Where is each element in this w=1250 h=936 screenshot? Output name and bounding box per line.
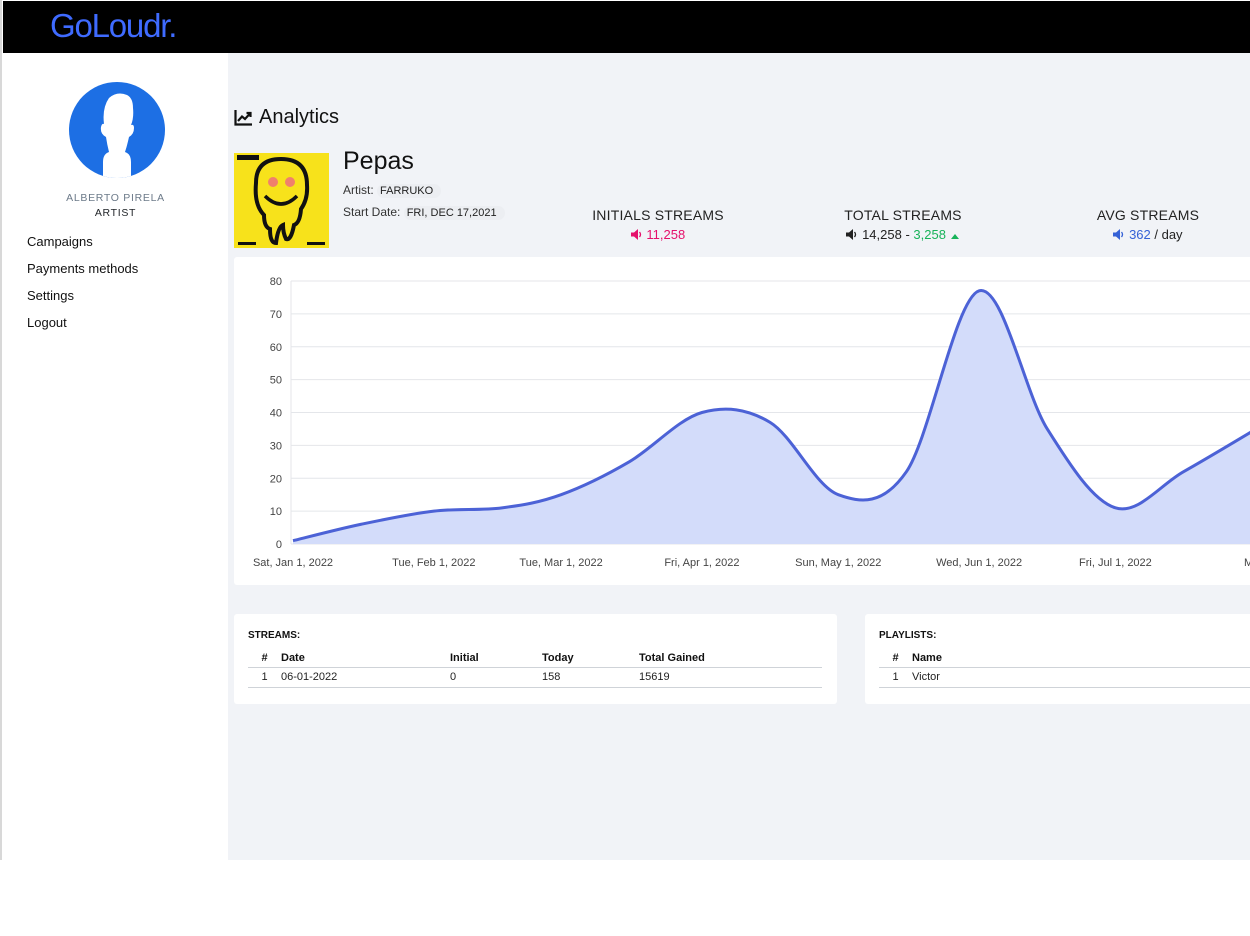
table-cell: 158: [542, 667, 639, 688]
top-navbar: GoLoudr.: [3, 1, 1250, 53]
stat-avg-streams: AVG STREAMS 362 / day: [1038, 207, 1250, 242]
table-cell: 15619: [639, 667, 822, 688]
speaker-icon: [630, 229, 641, 240]
sidebar-item-settings[interactable]: Settings: [27, 287, 138, 314]
initial-streams-value: 11,258: [646, 227, 686, 242]
table-row: 1 06-01-2022 0 158 15619: [248, 667, 822, 688]
avatar: [69, 82, 165, 178]
start-date-line: Start Date: FRI, DEC 17,2021: [343, 205, 505, 220]
caret-up-icon: [950, 234, 959, 239]
user-name: ALBERTO PIRELA: [66, 192, 165, 204]
artist-line: Artist: FARRUKO: [343, 183, 442, 198]
x-tick-label: Tue, Mar 1, 2022: [519, 557, 602, 569]
table-header-row: # Date Initial Today Total Gained: [248, 650, 822, 668]
stat-value: 11,258: [548, 227, 768, 242]
speaker-icon: [846, 229, 857, 240]
song-title: Pepas: [343, 147, 414, 175]
sidebar-nav: Campaigns Payments methods Settings Logo…: [27, 233, 138, 341]
table-cell: 1: [248, 667, 281, 688]
x-tick-label: Mon,: [1244, 557, 1250, 569]
y-tick-label: 40: [270, 408, 282, 420]
table-header-row: # Name: [879, 650, 1250, 668]
column-header: #: [248, 650, 281, 668]
start-date-value: FRI, DEC 17,2021: [403, 206, 505, 220]
total-streams-gain: 3,258: [913, 227, 946, 242]
chart-line-icon: [234, 110, 252, 126]
speaker-icon: [1113, 229, 1124, 240]
y-tick-label: 80: [270, 276, 282, 288]
total-streams-value: 14,258: [862, 227, 902, 242]
table-row: 1 Victor: [879, 667, 1250, 688]
avg-streams-suffix: / day: [1150, 227, 1183, 242]
stat-value: 14,258 - 3,258: [793, 227, 1013, 242]
start-date-label: Start Date:: [343, 205, 401, 219]
page-edge: [0, 0, 2, 860]
page-title: Analytics: [234, 106, 339, 129]
table-cell: 06-01-2022: [281, 667, 450, 688]
y-tick-label: 30: [270, 440, 282, 452]
page-title-text: Analytics: [259, 106, 340, 128]
playlists-table: # Name 1 Victor: [879, 650, 1250, 688]
album-cover: [234, 153, 329, 248]
user-role: ARTIST: [94, 207, 137, 219]
melting-smiley-artwork: [234, 153, 329, 248]
column-header: Date: [281, 650, 450, 668]
stat-label: INITIALS STREAMS: [592, 207, 724, 223]
x-tick-label: Wed, Jun 1, 2022: [936, 557, 1022, 569]
x-tick-label: Sat, Jan 1, 2022: [253, 557, 333, 569]
stat-initial-streams: INITIALS STREAMS 11,258: [548, 207, 768, 242]
x-tick-label: Fri, Apr 1, 2022: [664, 557, 739, 569]
brand-logo[interactable]: GoLoudr.: [50, 7, 177, 45]
x-tick-label: Sun, May 1, 2022: [795, 557, 881, 569]
y-tick-label: 70: [270, 309, 282, 321]
streams-table-title: STREAMS:: [248, 630, 301, 641]
column-header: Today: [542, 650, 639, 668]
total-streams-separator: -: [901, 227, 914, 242]
column-header: Initial: [450, 650, 542, 668]
user-silhouette-icon: [100, 93, 134, 178]
table-cell: 0: [450, 667, 542, 688]
column-header: Total Gained: [639, 650, 822, 668]
artist-label: Artist:: [343, 183, 374, 197]
stat-label: AVG STREAMS: [1096, 207, 1200, 223]
column-header: Name: [912, 650, 1250, 668]
sidebar-item-logout[interactable]: Logout: [27, 314, 138, 341]
sidebar-item-payments-methods[interactable]: Payments methods: [27, 260, 138, 287]
artist-value: FARRUKO: [377, 184, 442, 198]
x-tick-label: Fri, Jul 1, 2022: [1079, 557, 1152, 569]
y-tick-label: 10: [270, 506, 282, 518]
table-cell: 1: [879, 667, 912, 688]
table-cell: Victor: [912, 667, 1250, 688]
playlists-table-title: PLAYLISTS:: [879, 630, 937, 641]
streams-table-card: STREAMS: # Date Initial Today Total Gain…: [234, 614, 837, 704]
column-header: #: [879, 650, 912, 668]
stat-total-streams: TOTAL STREAMS 14,258 - 3,258: [793, 207, 1013, 242]
sidebar-item-campaigns[interactable]: Campaigns: [27, 233, 138, 260]
streams-table: # Date Initial Today Total Gained 1 06-0…: [248, 650, 822, 688]
y-tick-label: 50: [270, 375, 282, 387]
x-tick-label: Tue, Feb 1, 2022: [392, 557, 475, 569]
series-area: [293, 290, 1250, 544]
stat-value: 362 / day: [1038, 227, 1250, 242]
avg-streams-value: 362: [1129, 227, 1151, 242]
y-tick-label: 0: [276, 539, 282, 551]
y-tick-label: 60: [270, 342, 282, 354]
stat-label: TOTAL STREAMS: [844, 207, 962, 223]
streams-chart-card: 0 10 20 30 40 50 60 70 80 Sat, Jan 1, 2022 Tue, F…: [234, 257, 1250, 585]
streams-area-chart: 0 10 20 30 40 50 60 70 80 Sat, Jan 1, 2022 Tue, F…: [253, 276, 1250, 569]
y-tick-label: 20: [270, 473, 282, 485]
playlists-table-card: PLAYLISTS: # Name 1 Victor: [865, 614, 1250, 704]
